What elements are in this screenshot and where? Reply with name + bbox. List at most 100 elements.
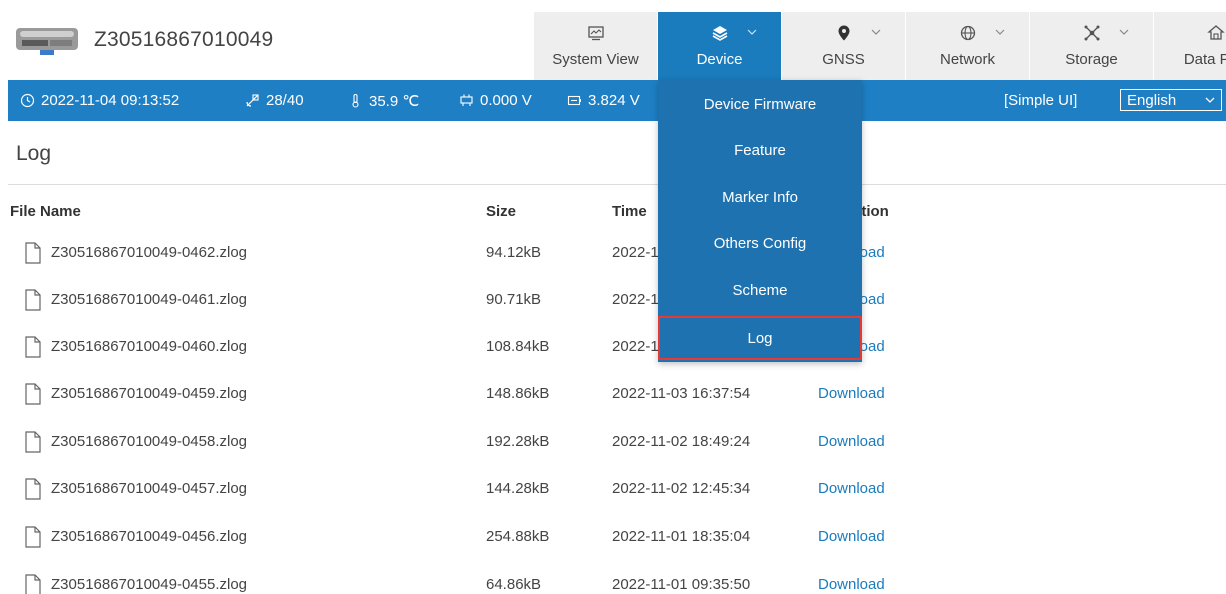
status-battery-voltage: 3.824 V xyxy=(567,80,640,121)
storage-icon xyxy=(1084,25,1099,41)
tab-device[interactable]: Device xyxy=(658,12,781,80)
file-icon xyxy=(25,241,41,264)
header: Z30516867010049 System View Device GNSS … xyxy=(0,0,1226,80)
file-name-cell: Z30516867010049-0460.zlog xyxy=(24,323,247,370)
file-name-cell: Z30516867010049-0458.zlog xyxy=(24,418,247,465)
file-size: 148.86kB xyxy=(486,385,550,402)
file-name-cell: Z30516867010049-0461.zlog xyxy=(24,276,247,323)
datetime-value: 2022-11-04 09:13:52 xyxy=(41,92,180,109)
status-temperature: 35.9 ℃ xyxy=(348,80,419,121)
file-icon xyxy=(25,525,41,548)
menu-item-log[interactable]: Log xyxy=(658,316,862,360)
battery-voltage-value: 3.824 V xyxy=(588,92,640,109)
chevron-down-icon xyxy=(1205,97,1215,103)
file-name-cell: Z30516867010049-0455.zlog xyxy=(24,561,247,594)
file-name: Z30516867010049-0456.zlog xyxy=(51,528,248,545)
file-time: 2022-11-01 18:35:04 xyxy=(612,528,751,545)
chevron-down-icon xyxy=(871,29,881,35)
file-time: 2022-11-02 12:45:34 xyxy=(612,480,751,497)
menu-item-feature[interactable]: Feature xyxy=(658,128,862,172)
file-name: Z30516867010049-0460.zlog xyxy=(51,338,248,355)
tab-gnss[interactable]: GNSS xyxy=(782,12,905,80)
table-row: Z30516867010049-0461.zlog 90.71kB 2022-1… xyxy=(0,276,1226,323)
tab-storage[interactable]: Storage xyxy=(1030,12,1153,80)
tab-label: System View xyxy=(552,51,639,68)
table-row: Z30516867010049-0459.zlog 148.86kB 2022-… xyxy=(0,370,1226,417)
chevron-down-icon xyxy=(1119,29,1129,35)
table-row: Z30516867010049-0460.zlog 108.84kB 2022-… xyxy=(0,323,1226,370)
receiver-device-icon xyxy=(16,28,78,55)
file-size: 192.28kB xyxy=(486,433,550,450)
menu-item-marker-info[interactable]: Marker Info xyxy=(658,175,862,219)
satellite-icon xyxy=(246,94,259,107)
divider xyxy=(8,184,1226,185)
download-link[interactable]: Download xyxy=(818,465,885,512)
location-pin-icon xyxy=(838,25,849,41)
file-name-cell: Z30516867010049-0457.zlog xyxy=(24,465,247,512)
tab-data-port[interactable]: Data Port xyxy=(1154,12,1226,80)
monitor-icon xyxy=(587,26,604,41)
menu-item-scheme[interactable]: Scheme xyxy=(658,268,862,312)
menu-item-device-firmware[interactable]: Device Firmware xyxy=(658,82,862,126)
tab-label: Network xyxy=(939,51,995,68)
tab-label: Device xyxy=(696,51,743,68)
file-name: Z30516867010049-0455.zlog xyxy=(51,576,248,593)
menu-item-others-config[interactable]: Others Config xyxy=(658,221,862,265)
temperature-value: 35.9 ℃ xyxy=(369,92,420,110)
file-name-cell: Z30516867010049-0456.zlog xyxy=(24,513,247,560)
download-link[interactable]: Download xyxy=(818,513,885,560)
tab-network[interactable]: Network xyxy=(906,12,1029,80)
battery-icon xyxy=(567,95,581,106)
tab-system-view[interactable]: System View xyxy=(534,12,657,80)
language-value: English xyxy=(1127,91,1177,109)
clock-icon xyxy=(20,93,35,108)
tab-label: Storage xyxy=(1065,51,1118,68)
file-name: Z30516867010049-0461.zlog xyxy=(51,291,248,308)
home-port-icon xyxy=(1206,25,1225,40)
table-row: Z30516867010049-0455.zlog 64.86kB 2022-1… xyxy=(0,561,1226,594)
download-link[interactable]: Download xyxy=(818,418,885,465)
file-name-cell: Z30516867010049-0459.zlog xyxy=(24,370,247,417)
table-row: Z30516867010049-0462.zlog 94.12kB 2022-1… xyxy=(0,229,1226,276)
file-icon xyxy=(25,477,41,500)
satellites-value: 28/40 xyxy=(266,92,304,109)
file-name: Z30516867010049-0457.zlog xyxy=(51,480,248,497)
column-header-file-name: File Name xyxy=(10,203,81,220)
status-bar: 2022-11-04 09:13:52 28/40 35.9 ℃ 0.000 V… xyxy=(8,80,1226,121)
download-link[interactable]: Download xyxy=(818,561,885,594)
file-icon xyxy=(25,382,41,405)
chevron-down-icon xyxy=(747,29,757,35)
file-size: 254.88kB xyxy=(486,528,550,545)
status-satellites: 28/40 xyxy=(245,80,304,121)
device-dropdown-menu: Device Firmware Feature Marker Info Othe… xyxy=(658,80,862,362)
download-link[interactable]: Download xyxy=(818,370,885,417)
simple-ui-link[interactable]: [Simple UI] xyxy=(1004,80,1077,121)
file-name: Z30516867010049-0462.zlog xyxy=(51,244,248,261)
status-datetime: 2022-11-04 09:13:52 xyxy=(20,80,179,121)
column-header-size: Size xyxy=(486,203,517,220)
tab-label: GNSS xyxy=(822,51,865,68)
chevron-down-icon xyxy=(995,29,1005,35)
tab-label: Data Port xyxy=(1183,51,1226,68)
file-name-cell: Z30516867010049-0462.zlog xyxy=(24,229,247,276)
file-size: 90.71kB xyxy=(486,291,542,308)
table-row: Z30516867010049-0457.zlog 144.28kB 2022-… xyxy=(0,465,1226,512)
file-icon xyxy=(25,430,41,453)
file-icon xyxy=(25,335,41,358)
language-select[interactable]: English xyxy=(1120,89,1222,111)
file-time: 2022-11-02 18:49:24 xyxy=(612,433,751,450)
thermometer-icon xyxy=(352,93,359,108)
power-plug-icon xyxy=(460,94,473,106)
file-name: Z30516867010049-0458.zlog xyxy=(51,433,248,450)
file-name: Z30516867010049-0459.zlog xyxy=(51,385,248,402)
table-row: Z30516867010049-0458.zlog 192.28kB 2022-… xyxy=(0,418,1226,465)
globe-icon xyxy=(960,25,975,41)
external-voltage-value: 0.000 V xyxy=(480,92,532,109)
file-time: 2022-11-01 09:35:50 xyxy=(612,576,751,593)
file-icon xyxy=(25,288,41,311)
table-row: Z30516867010049-0456.zlog 254.88kB 2022-… xyxy=(0,513,1226,560)
file-time: 2022-11-03 16:37:54 xyxy=(612,385,751,402)
file-size: 144.28kB xyxy=(486,480,550,497)
file-size: 108.84kB xyxy=(486,338,550,355)
file-size: 64.86kB xyxy=(486,576,542,593)
